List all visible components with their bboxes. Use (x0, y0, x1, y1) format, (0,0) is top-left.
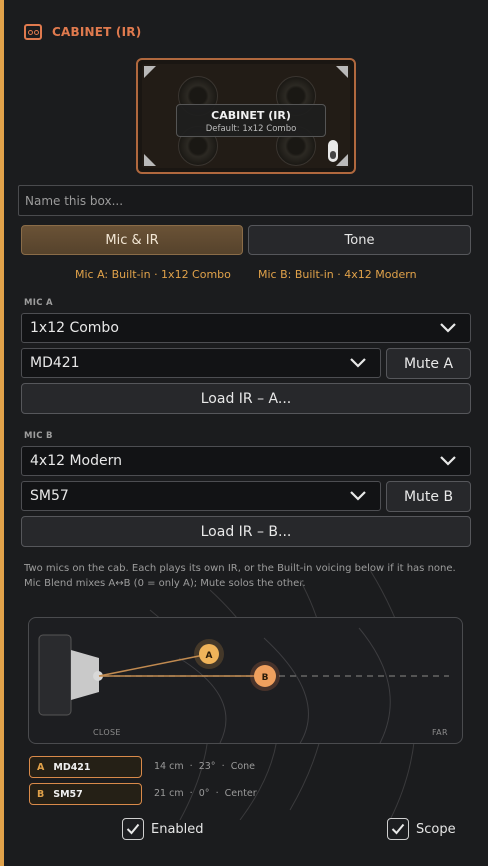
mic-b-mic-value: SM57 (30, 488, 69, 504)
mic-row-a-info: 14 cm · 23° · Cone (154, 761, 255, 772)
mic-row-b[interactable]: B SM57 (29, 783, 142, 805)
chevron-down-icon (350, 358, 366, 368)
checkbox-box[interactable] (122, 818, 144, 840)
mic-angle: 23° (198, 761, 216, 772)
enabled-label: Enabled (151, 821, 204, 837)
mic-row-a[interactable]: A MD421 (29, 756, 142, 778)
chevron-down-icon (440, 456, 456, 466)
chevron-down-icon (440, 323, 456, 333)
corner-bracket (336, 66, 348, 78)
checkmark-icon (391, 823, 405, 835)
mic-row-name: MD421 (53, 761, 91, 773)
scope-canvas: A B (38, 627, 449, 743)
tab-mic-ir[interactable]: Mic & IR (21, 225, 243, 255)
enabled-checkbox[interactable]: Enabled (122, 818, 204, 840)
mic-row-letter: B (37, 788, 45, 800)
mic-b-cabinet-value: 4x12 Modern (30, 453, 122, 469)
mic-b-mic-select[interactable]: SM57 (21, 481, 381, 511)
mic-a-mic-select[interactable]: MD421 (21, 348, 381, 378)
mic-b-summary: Mic B: Built-in · 4x12 Modern (258, 268, 417, 281)
load-ir-b-button[interactable]: Load IR – B... (21, 516, 471, 547)
checkbox-box[interactable] (387, 818, 409, 840)
power-toggle[interactable] (328, 140, 338, 162)
mic-position: Cone (230, 761, 255, 772)
mic-row-separator: · (215, 788, 219, 799)
scope-far-label: FAR (432, 728, 448, 737)
cabinet-label: CABINET (IR) Default: 1x12 Combo (176, 104, 326, 137)
cabinet-label-subtitle: Default: 1x12 Combo (205, 124, 297, 134)
cabinet-card[interactable]: CABINET (IR) Default: 1x12 Combo (136, 58, 356, 174)
mic-a-cabinet-select[interactable]: 1x12 Combo (21, 313, 471, 343)
mic-distance: 14 cm (154, 761, 184, 772)
mic-marker-b[interactable]: B (262, 673, 269, 683)
cabinet-label-title: CABINET (IR) (211, 109, 291, 122)
mic-row-separator: · (189, 788, 193, 799)
mic-placement-scope[interactable]: A B CLOSE FAR (28, 617, 463, 744)
mic-b-section-label: MIC B (24, 431, 53, 441)
mic-row-b-info: 21 cm · 0° · Center (154, 788, 257, 799)
mute-b-button[interactable]: Mute B (386, 481, 471, 512)
mic-a-section-label: MIC A (24, 298, 53, 308)
mute-a-button[interactable]: Mute A (386, 348, 471, 379)
chevron-down-icon (350, 491, 366, 501)
panel-header: CABINET (IR) (24, 22, 141, 42)
mic-row-separator: · (189, 761, 193, 772)
scope-close-label: CLOSE (93, 728, 121, 737)
box-name-input[interactable] (18, 185, 473, 216)
mic-a-cabinet-value: 1x12 Combo (30, 320, 119, 336)
mic-row-name: SM57 (53, 788, 83, 800)
corner-bracket (144, 66, 156, 78)
panel-title: CABINET (IR) (52, 25, 142, 39)
mic-marker-a[interactable]: A (206, 651, 213, 661)
mic-row-letter: A (37, 761, 45, 773)
mic-b-cabinet-select[interactable]: 4x12 Modern (21, 446, 471, 476)
mic-distance: 21 cm (154, 788, 184, 799)
mic-position: Center (224, 788, 257, 799)
mic-a-summary: Mic A: Built-in · 1x12 Combo (75, 268, 231, 281)
mic-row-separator: · (221, 761, 225, 772)
load-ir-a-button[interactable]: Load IR – A... (21, 383, 471, 414)
mic-a-mic-value: MD421 (30, 355, 80, 371)
mic-angle: 0° (198, 788, 210, 799)
tab-tone[interactable]: Tone (248, 225, 471, 255)
scope-label: Scope (416, 821, 456, 837)
cabinet-image: CABINET (IR) Default: 1x12 Combo (142, 64, 350, 168)
scope-checkbox[interactable]: Scope (387, 818, 456, 840)
cabinet-icon (24, 24, 42, 40)
checkmark-icon (126, 823, 140, 835)
corner-bracket (144, 154, 156, 166)
